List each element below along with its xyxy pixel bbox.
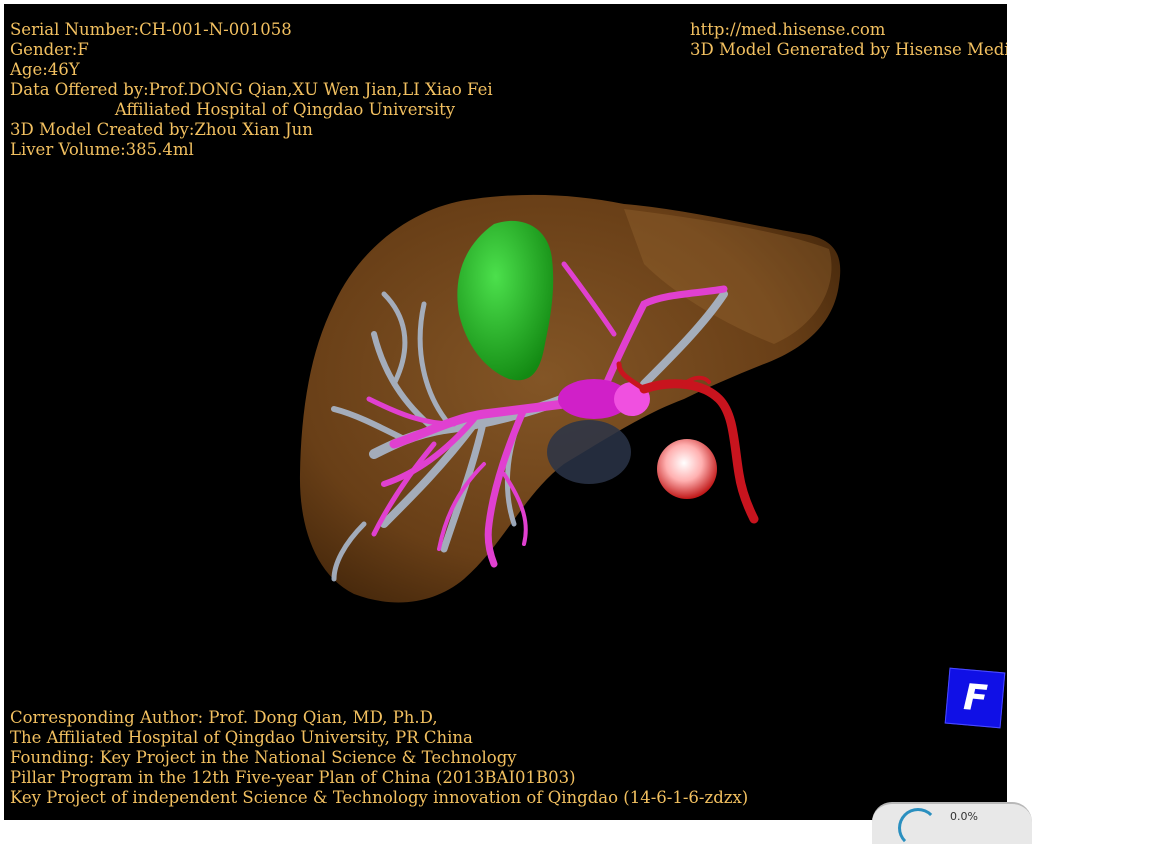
progress-ring-icon bbox=[898, 808, 938, 848]
credits-funding-text: Founding: Key Project in the National Sc… bbox=[10, 748, 517, 767]
orientation-cube[interactable]: F bbox=[944, 667, 1006, 729]
credits-program-text: Pillar Program in the 12th Five-year Pla… bbox=[10, 768, 576, 787]
orientation-cube-label: F bbox=[958, 676, 992, 720]
right-margin bbox=[1007, 0, 1153, 824]
progress-dial: 0.0% bbox=[872, 802, 1032, 848]
credits-panel: Corresponding Author: Prof. Dong Qian, M… bbox=[10, 708, 748, 808]
progress-text: 0.0% bbox=[950, 810, 978, 823]
credits-author-text: Corresponding Author: Prof. Dong Qian, M… bbox=[10, 708, 438, 727]
3d-viewport[interactable]: Serial Number:CH-001-N-001058 Gender:F Age… bbox=[4, 4, 1007, 820]
credits-project-text: Key Project of independent Science & Tec… bbox=[10, 788, 749, 807]
stomach-shadow bbox=[547, 420, 631, 484]
liver-3d-model[interactable] bbox=[4, 4, 1007, 820]
credits-affiliation-text: The Affiliated Hospital of Qingdao Unive… bbox=[10, 728, 473, 747]
aneurysm bbox=[657, 439, 717, 499]
